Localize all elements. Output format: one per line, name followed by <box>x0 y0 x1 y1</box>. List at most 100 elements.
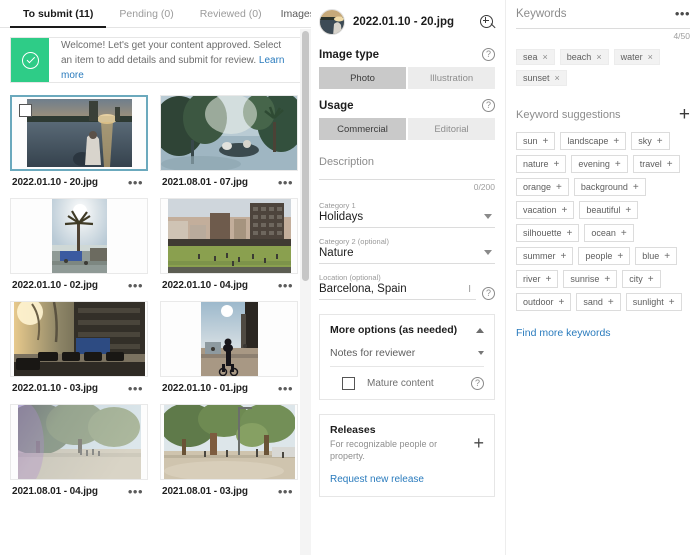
suggestion-chip[interactable]: background+ <box>574 178 646 196</box>
grid-item[interactable]: 2021.08.01 - 04.jpg ••• <box>10 404 148 497</box>
notes-for-reviewer-select[interactable]: Notes for reviewer <box>330 347 484 367</box>
content-list-scrollbar[interactable] <box>300 29 311 555</box>
grid-item[interactable]: 2021.08.01 - 03.jpg ••• <box>160 404 298 497</box>
find-more-keywords-link[interactable]: Find more keywords <box>516 327 611 339</box>
plus-icon[interactable]: + <box>613 136 619 147</box>
plus-icon[interactable]: + <box>608 297 614 308</box>
suggestion-chip[interactable]: outdoor+ <box>516 293 571 311</box>
tab-pending[interactable]: Pending (0) <box>106 0 186 27</box>
suggestion-chip[interactable]: people+ <box>578 247 630 265</box>
grid-item[interactable]: 2022.01.10 - 03.jpg ••• <box>10 301 148 394</box>
thumbnail-menu-button[interactable]: ••• <box>275 179 296 187</box>
thumbnail-tile[interactable] <box>160 301 298 377</box>
thumbnail-menu-button[interactable]: ••• <box>125 179 146 187</box>
category2-select[interactable]: Category 2 (optional) Nature <box>319 237 495 264</box>
tab-reviewed[interactable]: Reviewed (0) <box>187 0 275 27</box>
close-icon[interactable]: × <box>596 52 601 62</box>
magnifier-plus-icon[interactable] <box>480 15 495 30</box>
tab-to-submit[interactable]: To submit (11) <box>10 0 106 27</box>
suggestion-chip[interactable]: sky+ <box>631 132 669 150</box>
plus-icon[interactable]: + <box>562 205 568 216</box>
suggestion-chip[interactable]: orange+ <box>516 178 569 196</box>
thumbnail-tile[interactable] <box>10 404 148 480</box>
grid-item[interactable]: 2022.01.10 - 01.jpg ••• <box>160 301 298 394</box>
image-type-help-icon[interactable]: ? <box>482 48 495 61</box>
plus-icon[interactable]: + <box>546 274 552 285</box>
suggestion-chip[interactable]: sunrise+ <box>563 270 617 288</box>
suggestion-chip[interactable]: city+ <box>622 270 660 288</box>
add-release-button[interactable]: + <box>473 436 484 450</box>
suggestion-chip[interactable]: summer+ <box>516 247 573 265</box>
thumbnail-menu-button[interactable]: ••• <box>125 488 146 496</box>
plus-icon[interactable]: + <box>559 297 565 308</box>
thumbnail-tile[interactable] <box>160 95 298 171</box>
suggestion-chip[interactable]: vacation+ <box>516 201 574 219</box>
keyword-chip[interactable]: sunset × <box>516 70 567 86</box>
request-new-release-link[interactable]: Request new release <box>330 474 424 485</box>
suggestion-chip[interactable]: travel+ <box>633 155 680 173</box>
plus-icon[interactable]: + <box>604 274 610 285</box>
keyword-chip[interactable]: sea × <box>516 49 555 65</box>
usage-editorial-button[interactable]: Editorial <box>408 118 495 140</box>
suggestion-chip[interactable]: sand+ <box>576 293 620 311</box>
plus-icon[interactable]: + <box>561 251 567 262</box>
thumbnail-tile[interactable] <box>160 198 298 274</box>
select-checkbox[interactable] <box>19 104 32 117</box>
thumbnail-tile[interactable] <box>10 95 148 171</box>
usage-help-icon[interactable]: ? <box>482 99 495 112</box>
close-icon[interactable]: × <box>543 52 548 62</box>
grid-item[interactable]: 2022.01.10 - 02.jpg ••• <box>10 198 148 291</box>
media-type-filter[interactable]: Images <box>275 8 311 20</box>
keyword-chip[interactable]: beach × <box>560 49 609 65</box>
grid-item[interactable]: 2022.01.10 - 20.jpg ••• <box>10 95 148 188</box>
suggestion-chip[interactable]: river+ <box>516 270 558 288</box>
suggestion-chip[interactable]: silhouette+ <box>516 224 579 242</box>
close-icon[interactable]: × <box>555 73 560 83</box>
suggestion-chip[interactable]: sun+ <box>516 132 555 150</box>
plus-icon[interactable]: + <box>657 136 663 147</box>
close-icon[interactable]: × <box>648 52 653 62</box>
plus-icon[interactable]: + <box>567 228 573 239</box>
plus-icon[interactable]: + <box>543 136 549 147</box>
suggestion-chip[interactable]: sunlight+ <box>626 293 682 311</box>
location-help-icon[interactable]: ? <box>482 287 495 300</box>
image-type-photo-button[interactable]: Photo <box>319 67 406 89</box>
mature-content-checkbox[interactable] <box>342 377 355 390</box>
plus-icon[interactable]: + <box>615 159 621 170</box>
suggestion-chip[interactable]: landscape+ <box>560 132 626 150</box>
thumbnail-tile[interactable] <box>10 198 148 274</box>
thumbnail-tile[interactable] <box>10 301 148 377</box>
thumbnail-menu-button[interactable]: ••• <box>125 282 146 290</box>
grid-item[interactable]: 2022.01.10 - 04.jpg ••• <box>160 198 298 291</box>
plus-icon[interactable]: + <box>554 159 560 170</box>
plus-icon[interactable]: + <box>556 182 562 193</box>
thumbnail-tile[interactable] <box>160 404 298 480</box>
thumbnail-menu-button[interactable]: ••• <box>275 385 296 393</box>
thumbnail-menu-button[interactable]: ••• <box>125 385 146 393</box>
plus-icon[interactable]: + <box>669 297 675 308</box>
keyword-chip[interactable]: water × <box>614 49 660 65</box>
category1-select[interactable]: Category 1 Holidays <box>319 201 495 228</box>
plus-icon[interactable]: + <box>633 182 639 193</box>
add-all-suggestions-button[interactable]: + <box>679 108 690 122</box>
plus-icon[interactable]: + <box>625 205 631 216</box>
location-input[interactable]: Location (optional) Barcelona, Spain I <box>319 273 476 300</box>
suggestion-chip[interactable]: ocean+ <box>584 224 633 242</box>
keywords-menu-button[interactable]: ••• <box>675 10 690 18</box>
image-type-illustration-button[interactable]: Illustration <box>408 67 495 89</box>
grid-item[interactable]: 2021.08.01 - 07.jpg ••• <box>160 95 298 188</box>
thumbnail-menu-button[interactable]: ••• <box>275 282 296 290</box>
plus-icon[interactable]: + <box>617 251 623 262</box>
plus-icon[interactable]: + <box>667 159 673 170</box>
mature-content-help-icon[interactable]: ? <box>471 377 484 390</box>
suggestion-chip[interactable]: evening+ <box>571 155 627 173</box>
chevron-up-icon[interactable] <box>476 328 484 333</box>
plus-icon[interactable]: + <box>621 228 627 239</box>
usage-commercial-button[interactable]: Commercial <box>319 118 406 140</box>
more-options-header[interactable]: More options (as needed) <box>330 324 484 336</box>
suggestion-chip[interactable]: nature+ <box>516 155 566 173</box>
description-input[interactable] <box>319 168 495 180</box>
thumbnail-menu-button[interactable]: ••• <box>275 488 296 496</box>
plus-icon[interactable]: + <box>648 274 654 285</box>
keywords-input[interactable] <box>516 20 690 29</box>
